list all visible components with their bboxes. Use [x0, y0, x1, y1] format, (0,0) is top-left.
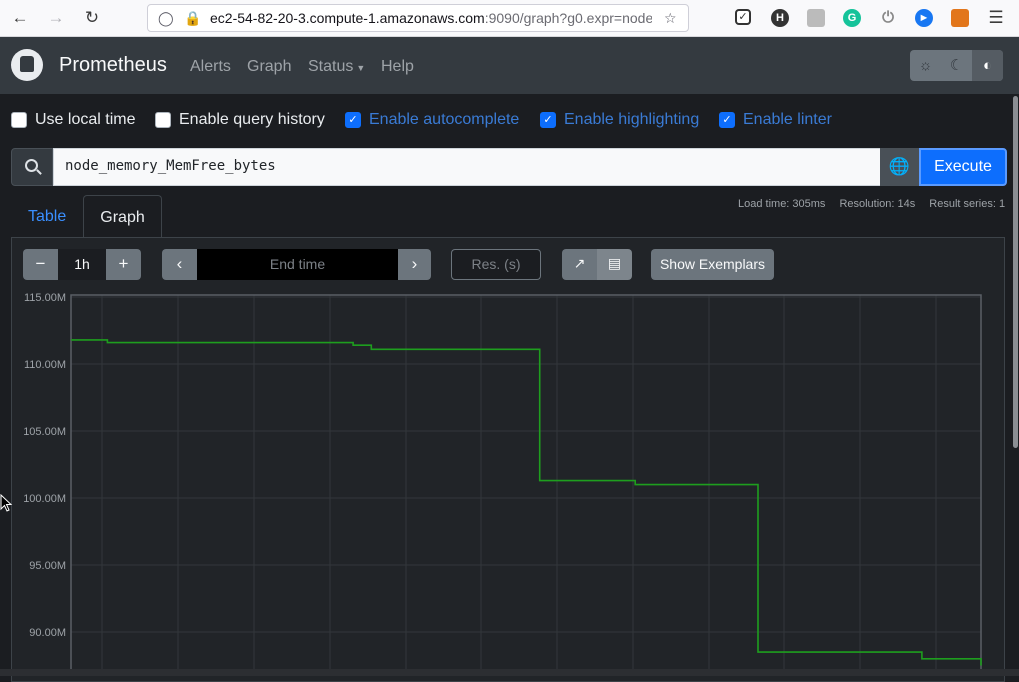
query-history-checkbox[interactable] [155, 112, 171, 128]
increase-range-button[interactable]: + [106, 249, 141, 280]
y-tick-label: 95.00M [29, 560, 66, 572]
address-bar[interactable]: ◯ 🔒 ec2-54-82-20-3.compute-1.amazonaws.c… [147, 4, 689, 32]
y-tick-label: 105.00M [23, 426, 66, 438]
y-tick-label: 115.00M [24, 292, 66, 304]
nav-alerts[interactable]: Alerts [190, 58, 231, 76]
forward-icon[interactable]: → [45, 8, 67, 28]
back-icon[interactable]: ← [9, 8, 31, 28]
caret-down-icon: ▼ [356, 63, 366, 73]
extension-h-icon[interactable]: H [771, 9, 789, 27]
end-time-input[interactable]: End time [197, 249, 398, 280]
metamask-fox-icon[interactable] [951, 9, 969, 27]
nav-help[interactable]: Help [381, 58, 414, 76]
local-time-label: Use local time [35, 111, 136, 128]
chevron-left-icon[interactable]: ‹ [162, 249, 197, 280]
shield-icon[interactable]: ◯ [158, 10, 174, 27]
extension-blue-icon[interactable]: ► [915, 9, 933, 27]
browser-toolbar: ← → ↻ ◯ 🔒 ec2-54-82-20-3.compute-1.amazo… [0, 0, 1019, 37]
highlighting-label: Enable highlighting [564, 111, 700, 128]
theme-toggle-group: ☼ ☾ ◐ [910, 50, 1003, 81]
line-chart-icon[interactable]: ↗ [562, 249, 597, 280]
linter-label: Enable linter [743, 111, 832, 128]
extension-gray-icon[interactable] [807, 9, 825, 27]
stacked-chart-icon[interactable]: ▤ [597, 249, 632, 280]
tab-table[interactable]: Table [12, 195, 82, 238]
chart-grid [71, 295, 981, 676]
execute-button[interactable]: Execute [919, 148, 1007, 186]
series-line[interactable] [71, 339, 982, 666]
prometheus-navbar: Prometheus Alerts Graph Status ▼ Help ☼ ☾… [0, 37, 1019, 94]
resolution: Resolution: 14s [839, 198, 916, 210]
url-host: ec2-54-82-20-3.compute-1.amazonaws.com [210, 10, 485, 26]
url-path: :9090/graph?g0.expr=node [484, 10, 652, 26]
result-series: Result series: 1 [929, 198, 1006, 210]
url-text[interactable]: ec2-54-82-20-3.compute-1.amazonaws.com:9… [210, 10, 652, 26]
y-axis-ticks: 115.00M 110.00M 105.00M 100.00M 95.00M 90.00M [23, 292, 66, 639]
y-tick-label: 110.00M [24, 359, 66, 371]
expression-input[interactable]: node_memory_MemFree_bytes [53, 148, 881, 186]
grammarly-icon[interactable]: G [843, 9, 861, 27]
contrast-icon[interactable]: ◐ [972, 50, 1003, 81]
pocket-icon[interactable]: ✓ [735, 9, 751, 25]
nav-status-label: Status [308, 58, 354, 75]
insecure-lock-icon[interactable]: 🔒 [184, 10, 201, 27]
autocomplete-label: Enable autocomplete [369, 111, 520, 128]
hamburger-menu-icon[interactable]: ☰ [985, 8, 1007, 28]
linter-checkbox[interactable]: ✓ [719, 112, 735, 128]
reload-icon[interactable]: ↻ [81, 8, 103, 28]
range-input[interactable]: 1h [58, 249, 106, 280]
sun-icon[interactable]: ☼ [910, 50, 941, 81]
query-row: node_memory_MemFree_bytes 🌐 Execute [11, 148, 1007, 186]
memory-line-chart: 115.00M 110.00M 105.00M 100.00M 95.00M 90.00M [23, 292, 982, 676]
query-stats: Load time: 305ms Resolution: 14s Result se… [738, 198, 1005, 210]
search-icon [11, 148, 53, 186]
plot-frame [70, 294, 982, 676]
nav-status[interactable]: Status ▼ [308, 58, 365, 76]
highlighting-checkbox[interactable]: ✓ [540, 112, 556, 128]
query-history-label: Enable query history [179, 111, 325, 128]
y-tick-label: 90.00M [29, 627, 66, 639]
local-time-checkbox[interactable] [11, 112, 27, 128]
desktop-taskbar [0, 669, 1019, 676]
moon-icon[interactable]: ☾ [941, 50, 972, 81]
show-exemplars-button[interactable]: Show Exemplars [651, 249, 774, 280]
y-tick-label: 100.00M [23, 493, 66, 505]
brand-title[interactable]: Prometheus [59, 54, 167, 77]
autocomplete-checkbox[interactable]: ✓ [345, 112, 361, 128]
load-time: Load time: 305ms [738, 198, 826, 210]
page-scrollbar[interactable] [1013, 96, 1018, 448]
tab-graph[interactable]: Graph [83, 195, 162, 238]
prometheus-logo-icon[interactable] [11, 49, 43, 81]
metrics-explorer-globe-icon[interactable]: 🌐 [880, 148, 919, 186]
resolution-input[interactable]: Res. (s) [451, 249, 541, 280]
power-icon[interactable]: ⏻ [879, 9, 897, 27]
nav-graph[interactable]: Graph [247, 58, 291, 76]
decrease-range-button[interactable]: − [23, 249, 58, 280]
chevron-right-icon[interactable]: › [398, 249, 431, 280]
bookmark-star-icon[interactable]: ☆ [664, 10, 677, 27]
mouse-cursor-icon [0, 494, 13, 512]
